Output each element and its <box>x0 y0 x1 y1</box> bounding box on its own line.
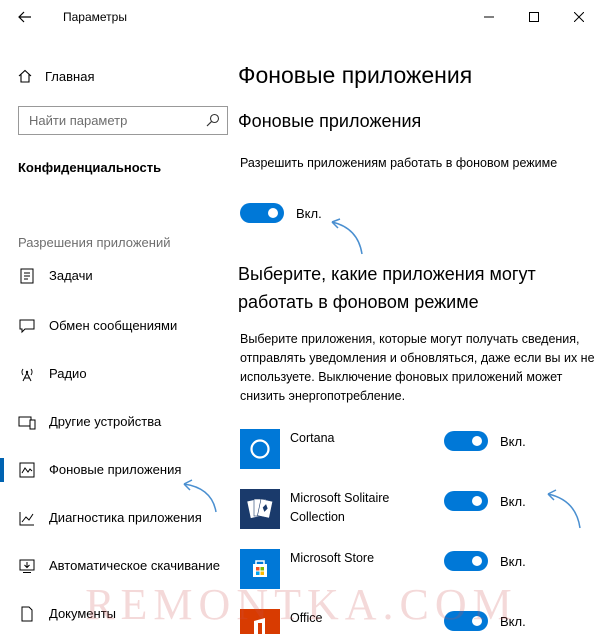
minimize-button[interactable] <box>474 5 504 29</box>
section-heading: Фоновые приложения <box>238 111 422 131</box>
sidebar-item-label: Главная <box>45 68 95 84</box>
maximize-icon <box>529 12 539 22</box>
toggle-state-label: Вкл. <box>500 613 526 629</box>
toggle-state-label: Вкл. <box>500 553 526 569</box>
sidebar-item-label: Фоновые приложения <box>49 462 182 477</box>
sidebar: Главная Конфиденциальность Разрешения пр… <box>0 34 230 634</box>
download-icon <box>19 559 35 573</box>
close-icon <box>574 12 584 22</box>
app-toggle-solitaire[interactable] <box>444 491 488 511</box>
toggle-knob <box>472 616 482 626</box>
app-toggle-row: Вкл. <box>444 431 526 451</box>
app-name: Office <box>290 611 323 625</box>
search-box <box>18 106 228 135</box>
toggle-knob <box>472 436 482 446</box>
sidebar-item-label: Задачи <box>49 268 93 283</box>
sidebar-item-radio[interactable]: Радио <box>0 362 230 386</box>
sidebar-item-auto-download[interactable]: Автоматическое скачивание <box>0 554 230 578</box>
window-title: Параметры <box>63 10 127 24</box>
back-button[interactable] <box>10 6 40 28</box>
app-toggle-store[interactable] <box>444 551 488 571</box>
choose-apps-heading: Выберите, какие приложения могут работат… <box>238 264 536 312</box>
sidebar-item-label: Диагностика приложения <box>49 510 202 525</box>
active-indicator <box>0 458 4 482</box>
title-bar: Параметры <box>0 0 603 34</box>
radio-icon <box>21 368 33 382</box>
toggle-knob <box>472 556 482 566</box>
app-name: Microsoft Solitaire Collection <box>290 491 390 524</box>
home-icon <box>18 69 32 83</box>
app-row-cortana: Cortana Вкл. <box>240 429 603 473</box>
sidebar-item-background-apps[interactable]: Фоновые приложения <box>0 458 230 482</box>
app-toggle-cortana[interactable] <box>444 431 488 451</box>
back-arrow-icon <box>18 11 31 23</box>
toggle-state-label: Вкл. <box>500 493 526 509</box>
sidebar-item-home[interactable]: Главная <box>18 66 94 86</box>
diagnostics-icon <box>19 512 34 526</box>
sidebar-item-messaging[interactable]: Обмен сообщениями <box>0 314 230 338</box>
messaging-icon <box>19 319 35 334</box>
app-row-store: Microsoft Store Вкл. <box>240 549 603 593</box>
app-name: Cortana <box>290 431 335 445</box>
app-toggle-office[interactable] <box>444 611 488 631</box>
page-title: Фоновые приложения <box>238 62 473 88</box>
allow-background-description: Разрешить приложениям работать в фоновом… <box>240 156 558 170</box>
toggle-state-label: Вкл. <box>500 433 526 449</box>
app-toggle-row: Вкл. <box>444 491 526 511</box>
minimize-icon <box>484 16 494 18</box>
sidebar-item-label: Обмен сообщениями <box>49 318 178 333</box>
sidebar-item-documents[interactable]: Документы <box>0 602 230 626</box>
group-label: Разрешения приложений <box>18 235 171 250</box>
background-apps-icon <box>19 462 35 478</box>
app-toggle-row: Вкл. <box>444 611 526 631</box>
sidebar-item-label: Другие устройства <box>49 414 162 429</box>
maximize-button[interactable] <box>519 5 549 29</box>
app-toggle-row: Вкл. <box>444 551 526 571</box>
store-icon <box>240 549 280 589</box>
cortana-icon <box>240 429 280 469</box>
toggle-knob <box>268 208 278 218</box>
sidebar-item-diagnostics[interactable]: Диагностика приложения <box>0 506 230 530</box>
sidebar-item-label: Автоматическое скачивание <box>49 558 220 573</box>
app-row-office: Office Вкл. <box>240 609 603 634</box>
choose-apps-description: Выберите приложения, которые могут получ… <box>240 332 595 403</box>
office-icon <box>240 609 280 634</box>
documents-icon <box>21 606 33 622</box>
section-title: Конфиденциальность <box>18 160 162 175</box>
main-content: Фоновые приложения Фоновые приложения Ра… <box>238 34 603 634</box>
sidebar-item-label: Радио <box>49 366 87 381</box>
solitaire-icon <box>240 489 280 529</box>
allow-background-toggle[interactable] <box>240 203 284 223</box>
devices-icon <box>18 416 36 430</box>
app-name: Microsoft Store <box>290 551 375 565</box>
search-icon[interactable] <box>206 113 220 132</box>
app-row-solitaire: Microsoft Solitaire Collection Вкл. <box>240 489 603 533</box>
close-button[interactable] <box>564 5 594 29</box>
toggle-state-label: Вкл. <box>296 205 322 221</box>
allow-background-toggle-row: Вкл. <box>240 202 322 224</box>
sidebar-item-tasks[interactable]: Задачи <box>0 264 230 288</box>
sidebar-item-label: Документы <box>49 606 117 621</box>
search-input[interactable] <box>19 107 199 134</box>
sidebar-item-devices[interactable]: Другие устройства <box>0 410 230 434</box>
tasks-icon <box>20 268 34 284</box>
toggle-knob <box>472 496 482 506</box>
